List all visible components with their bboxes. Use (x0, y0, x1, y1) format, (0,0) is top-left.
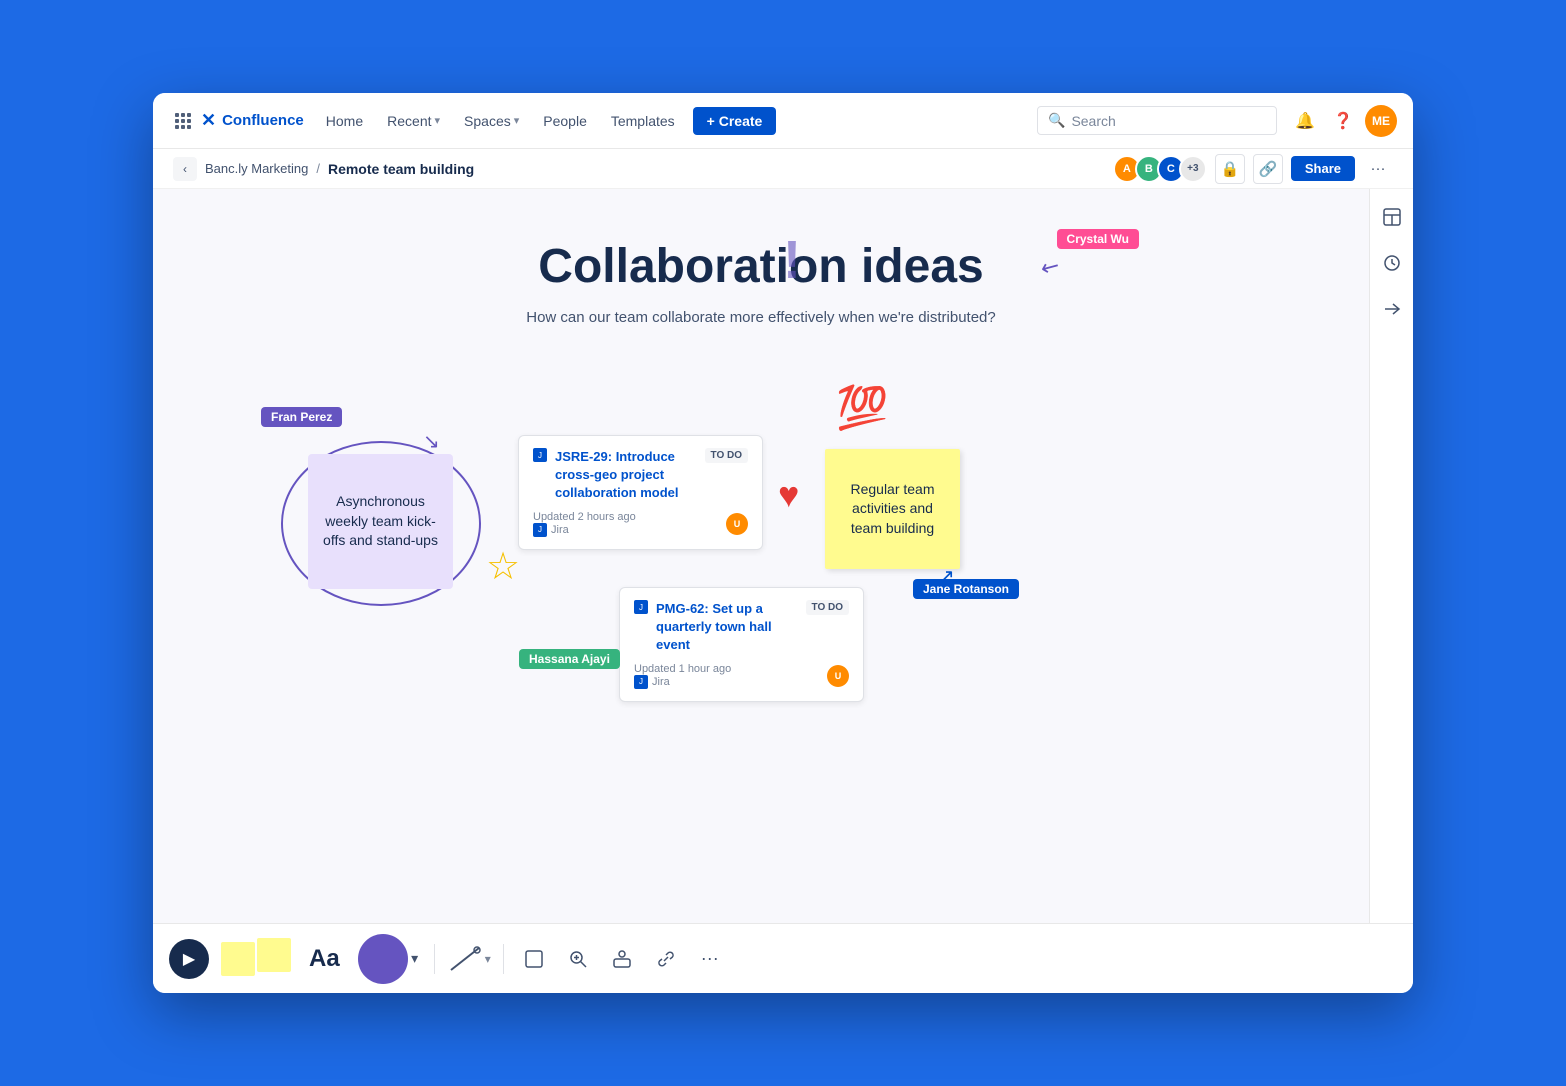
help-button[interactable]: ❓ (1327, 105, 1359, 137)
breadcrumb-current: Remote team building (328, 161, 474, 177)
jira-logo-1: J (533, 448, 547, 462)
breadcrumb-bar: ‹ Banc.ly Marketing / Remote team buildi… (153, 149, 1413, 189)
jira-card-2-avatar: U (827, 665, 849, 687)
breadcrumb-separator: / (316, 161, 320, 176)
jira-card-1[interactable]: J JSRE-29: Introduce cross-geo project c… (518, 435, 763, 550)
sidebar-toggle[interactable]: ‹ (173, 157, 197, 181)
jira-card-2-source: J Jira (634, 675, 731, 689)
jira-card-2[interactable]: J PMG-62: Set up a quarterly town hall e… (619, 587, 864, 702)
notifications-button[interactable]: 🔔 (1289, 105, 1321, 137)
insert-tool[interactable] (604, 941, 640, 977)
text-tool[interactable]: Aa (299, 939, 350, 979)
nav-people[interactable]: People (533, 107, 597, 135)
jira-card-2-footer: Updated 1 hour ago J Jira U (634, 663, 849, 689)
sidebar-clock-icon[interactable] (1376, 247, 1408, 279)
jira-card-1-header: J JSRE-29: Introduce cross-geo project c… (533, 448, 748, 503)
label-jane-rotanson: Jane Rotanson (913, 579, 1019, 599)
create-button[interactable]: + Create (693, 107, 777, 135)
exclamation-decoration: ! (783, 229, 801, 291)
canvas-subtitle: How can our team collaborate more effect… (526, 309, 996, 326)
navbar: ✕ Confluence Home Recent ▾ Spaces ▾ Peop… (153, 93, 1413, 149)
main-area: Collaboration ideas How can our team col… (153, 189, 1413, 923)
user-avatar[interactable]: ME (1365, 105, 1397, 137)
shape-tool[interactable] (358, 934, 408, 984)
search-canvas-tool[interactable] (560, 941, 596, 977)
more-tools-button[interactable]: ··· (692, 941, 728, 977)
label-fran-perez: Fran Perez (261, 407, 342, 427)
sidebar-table-icon[interactable] (1376, 201, 1408, 233)
sticky-team-activities[interactable]: Regular team activities and team buildin… (825, 449, 960, 569)
search-box[interactable]: 🔍 Search (1037, 106, 1277, 135)
jira-logo-2: J (634, 600, 648, 614)
collaborators: A B C +3 (1113, 155, 1207, 183)
spaces-chevron: ▾ (514, 114, 520, 127)
search-placeholder-text: Search (1071, 113, 1115, 129)
link-button[interactable]: 🔗 (1253, 154, 1283, 184)
breadcrumb-parent[interactable]: Banc.ly Marketing (205, 161, 308, 176)
yellow-sticky-thumb-2 (257, 938, 291, 972)
nav-home[interactable]: Home (316, 107, 373, 135)
nav-recent[interactable]: Recent ▾ (377, 107, 450, 135)
shape-dropdown[interactable]: ▾ (408, 944, 422, 974)
yellow-sticky-thumb (221, 942, 255, 976)
avatar-stack: A B C +3 (1113, 155, 1207, 183)
grid-icon[interactable] (169, 107, 197, 135)
canvas-title: Collaboration ideas (538, 239, 983, 294)
jira-card-1-meta: Updated 2 hours ago (533, 511, 636, 523)
sidebar-send-icon[interactable] (1376, 293, 1408, 325)
arrow-crystal-decoration: ↙ (1035, 251, 1064, 283)
label-hassana-ajayi: Hassana Ajayi (519, 649, 620, 669)
confluence-logo[interactable]: ✕ Confluence (201, 110, 304, 131)
hundred-decoration: 💯 (836, 384, 888, 433)
heart-decoration: ♥ (778, 474, 799, 516)
nav-templates[interactable]: Templates (601, 107, 685, 135)
jira-card-1-footer: Updated 2 hours ago J Jira U (533, 511, 748, 537)
line-tool[interactable]: ▾ (447, 944, 491, 974)
recent-chevron: ▾ (435, 114, 441, 127)
play-button[interactable]: ▶ (169, 939, 209, 979)
toolbar-divider-1 (434, 944, 435, 974)
jira-card-1-source: J Jira (533, 523, 636, 537)
sticky-async[interactable]: Asynchronous weekly team kick-offs and s… (308, 454, 453, 589)
breadcrumb-actions: 🔒 🔗 Share ··· (1215, 154, 1393, 184)
browser-window: ✕ Confluence Home Recent ▾ Spaces ▾ Peop… (153, 93, 1413, 993)
jira-source-icon-1: J (533, 523, 547, 537)
share-button[interactable]: Share (1291, 156, 1355, 181)
avatar-count: +3 (1179, 155, 1207, 183)
confluence-x-icon: ✕ (201, 110, 216, 131)
star-decoration: ☆ (486, 544, 520, 589)
shape-tool-group: ▾ (358, 934, 422, 984)
sticky-notes-tool[interactable] (221, 942, 291, 976)
jira-source-icon-2: J (634, 675, 648, 689)
jira-card-2-header: J PMG-62: Set up a quarterly town hall e… (634, 600, 849, 655)
jira-card-2-meta: Updated 1 hour ago (634, 663, 731, 675)
canvas-area[interactable]: Collaboration ideas How can our team col… (153, 189, 1369, 923)
jira-card-1-avatar: U (726, 513, 748, 535)
jira-card-1-badge: TO DO (705, 448, 748, 463)
jira-card-2-badge: TO DO (806, 600, 849, 615)
rectangle-tool[interactable] (516, 941, 552, 977)
lock-button[interactable]: 🔒 (1215, 154, 1245, 184)
toolbar-divider-2 (503, 944, 504, 974)
link-canvas-tool[interactable] (648, 941, 684, 977)
search-icon: 🔍 (1048, 112, 1065, 129)
jira-card-1-title: JSRE-29: Introduce cross-geo project col… (555, 448, 697, 503)
jira-card-2-title: PMG-62: Set up a quarterly town hall eve… (656, 600, 798, 655)
confluence-logo-text: Confluence (222, 112, 304, 129)
right-sidebar (1369, 189, 1413, 923)
nav-icons: 🔔 ❓ ME (1289, 105, 1397, 137)
arrow-lines-decoration: ↘ (423, 429, 440, 454)
more-options-button[interactable]: ··· (1363, 154, 1393, 184)
nav-spaces[interactable]: Spaces ▾ (454, 107, 529, 135)
bottom-toolbar: ▶ Aa ▾ ▾ (153, 923, 1413, 993)
label-crystal-wu: Crystal Wu (1057, 229, 1139, 249)
